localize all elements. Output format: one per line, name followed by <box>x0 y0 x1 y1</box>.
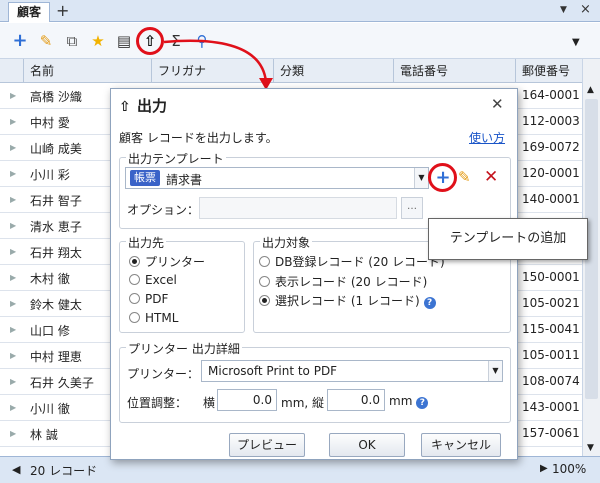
printer-label: プリンター： <box>127 367 200 381</box>
horizontal-offset-input[interactable]: 0.0 <box>217 389 277 411</box>
edit-template-icon[interactable]: ✎ <box>458 168 471 186</box>
radio-html[interactable]: HTML <box>129 311 178 325</box>
help-link[interactable]: 使い方 <box>469 129 505 146</box>
printer-detail-group-label: プリンター 出力詳細 <box>126 340 242 357</box>
radio-dot <box>259 256 270 267</box>
radio-dot <box>259 276 270 287</box>
add-template-callout: テンプレートの追加 <box>428 218 588 260</box>
add-template-button[interactable]: + <box>432 167 454 189</box>
chevron-down-icon[interactable]: ▼ <box>488 361 502 381</box>
radio-excel[interactable]: Excel <box>129 273 177 287</box>
printer-detail-group: プリンター 出力詳細 <box>119 340 511 423</box>
chevron-down-icon[interactable]: ▼ <box>414 168 428 188</box>
printer-value: Microsoft Print to PDF <box>208 364 338 378</box>
option-browse-button[interactable]: … <box>401 197 423 219</box>
help-icon[interactable]: ? <box>423 297 436 309</box>
preview-button[interactable]: プレビュー <box>229 433 305 457</box>
printer-select[interactable]: Microsoft Print to PDF ▼ <box>201 360 503 382</box>
vertical-offset-input[interactable]: 0.0 <box>327 389 385 411</box>
radio-visible-records[interactable]: 表示レコード (20 レコード) <box>259 273 427 290</box>
template-select[interactable]: 帳票 請求書 ▼ <box>125 167 429 189</box>
radio-dot <box>129 274 140 285</box>
delete-template-icon[interactable]: ✕ <box>484 167 498 187</box>
radio-dot <box>259 295 270 306</box>
radio-dot <box>129 312 140 323</box>
output-dialog: ⇧ 出力 ✕ 顧客 レコードを出力します。 使い方 出力テンプレート 帳票 請求書… <box>110 88 518 460</box>
option-label: オプション： <box>127 203 200 217</box>
template-group-label: 出力テンプレート <box>126 150 226 167</box>
radio-printer[interactable]: プリンター <box>129 253 205 270</box>
ok-button[interactable]: OK <box>329 433 405 457</box>
template-value: 請求書 <box>166 173 203 187</box>
export-icon: ⇧ <box>119 99 131 115</box>
radio-dot <box>129 256 140 267</box>
radio-dot <box>129 293 140 304</box>
dialog-title: ⇧ 出力 <box>119 97 168 115</box>
radio-pdf[interactable]: PDF <box>129 292 168 306</box>
cancel-button[interactable]: キャンセル <box>421 433 501 457</box>
destination-group-label: 出力先 <box>126 234 167 251</box>
horizontal-label: 横 <box>203 396 216 410</box>
vertical-unit: mm? <box>389 394 429 409</box>
template-badge: 帳票 <box>130 170 160 186</box>
position-label: 位置調整： <box>127 396 188 410</box>
option-input[interactable] <box>199 197 397 219</box>
help-icon[interactable]: ? <box>416 397 429 409</box>
radio-db-records[interactable]: DB登録レコード (20 レコード) <box>259 253 445 270</box>
dialog-message: 顧客 レコードを出力します。 <box>119 131 278 145</box>
radio-selected-records[interactable]: 選択レコード (1 レコード)? <box>259 292 436 309</box>
dialog-close-button[interactable]: ✕ <box>491 95 504 113</box>
horizontal-unit: mm, 縦 <box>281 396 325 410</box>
target-group-label: 出力対象 <box>260 234 313 251</box>
